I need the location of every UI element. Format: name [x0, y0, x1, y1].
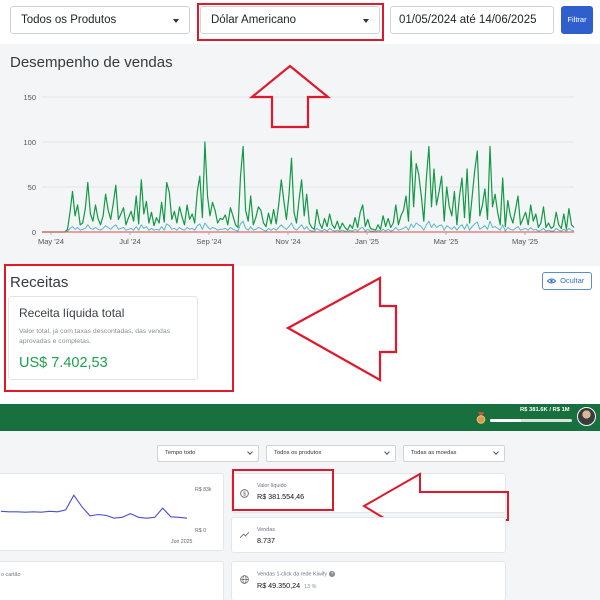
mini-chart-line — [0, 494, 188, 519]
chevron-down-icon — [384, 449, 390, 455]
arrow-up-annotation — [248, 64, 332, 129]
sales-count-label: Vendas — [257, 527, 275, 533]
eye-icon — [547, 278, 556, 284]
sales-count-card: Vendas 8.737 — [231, 517, 506, 553]
card-method-card: o cartão — [0, 561, 224, 600]
x-tick-label: Mar '25 — [434, 237, 459, 246]
x-tick-label: May '25 — [512, 237, 538, 246]
medal-icon — [476, 412, 486, 424]
chart-series-line-1 — [42, 220, 575, 233]
y-tick-label: 0 — [32, 228, 36, 237]
sales-count-value: 8.737 — [257, 536, 275, 545]
hide-button[interactable]: Ocultar — [542, 272, 592, 290]
product-select-value: Todos os Produtos — [21, 14, 117, 26]
chevron-down-icon — [173, 19, 179, 23]
mini-chart-x-label: Jun 2025 — [171, 539, 193, 545]
filter-button[interactable]: Filtrar — [561, 6, 593, 34]
kiwify-sales-label: Vendas 1-click da rede Kiwify? — [257, 571, 336, 578]
y-tick-label: 100 — [23, 138, 36, 147]
kiwify-sales-amount: R$ 49.350,24 — [257, 581, 301, 590]
kiwify-sales-label-text: Vendas 1-click da rede Kiwify — [257, 571, 328, 578]
chevron-down-icon — [247, 449, 253, 455]
kiwify-sales-percent: 13 % — [304, 584, 317, 590]
y-tick-label: 150 — [23, 93, 36, 102]
kiwify-sales-card: Vendas 1-click da rede Kiwify? R$ 49.350… — [231, 561, 506, 600]
product-select[interactable]: Todos os Produtos — [10, 6, 190, 34]
x-tick-label: Jan '25 — [355, 237, 379, 246]
mini-chart-zero-label: R$ 0 — [195, 528, 206, 534]
currencies-select-value: Todas as moedas — [411, 450, 457, 456]
highlight-box-receitas — [4, 264, 234, 392]
highlight-box-currency — [197, 3, 384, 41]
info-icon[interactable]: ? — [329, 571, 336, 577]
card-method-label: o cartão — [1, 572, 21, 578]
arrow-left-annotation — [285, 276, 398, 382]
x-tick-label: Sep '24 — [196, 237, 221, 246]
currencies-select[interactable]: Todas as moedas — [403, 445, 505, 462]
products-select-value: Todos os produtos — [274, 450, 322, 456]
x-tick-label: Nov '24 — [275, 237, 300, 246]
date-range-input[interactable]: 01/05/2024 até 14/06/2025 — [390, 6, 554, 34]
period-select[interactable]: Tempo todo — [157, 445, 259, 462]
products-select[interactable]: Todos os produtos — [266, 445, 396, 462]
y-tick-label: 50 — [28, 183, 36, 192]
revenue-goal-label: R$ 381.6K / R$ 1M — [520, 407, 570, 413]
x-tick-label: Jul '24 — [119, 237, 140, 246]
x-tick-label: May '24 — [38, 237, 64, 246]
globe-icon — [240, 575, 249, 584]
revenue-goal-progress-fill — [490, 419, 522, 422]
header-bar — [0, 404, 600, 431]
period-select-value: Tempo todo — [165, 450, 196, 456]
trend-up-icon — [240, 531, 249, 539]
mini-chart-max-label: R$ 83k — [195, 487, 212, 493]
revenue-mini-chart-card: R$ 83k R$ 0 Jun 2025 — [0, 473, 224, 551]
avatar[interactable] — [577, 407, 596, 426]
chevron-down-icon — [493, 449, 499, 455]
highlight-box-net-value — [232, 469, 334, 511]
date-range-value: 01/05/2024 até 14/06/2025 — [399, 14, 537, 26]
revenue-goal-progress — [490, 419, 572, 422]
hide-button-label: Ocultar — [560, 276, 585, 285]
kiwify-sales-value: R$ 49.350,24 13 % — [257, 581, 316, 590]
